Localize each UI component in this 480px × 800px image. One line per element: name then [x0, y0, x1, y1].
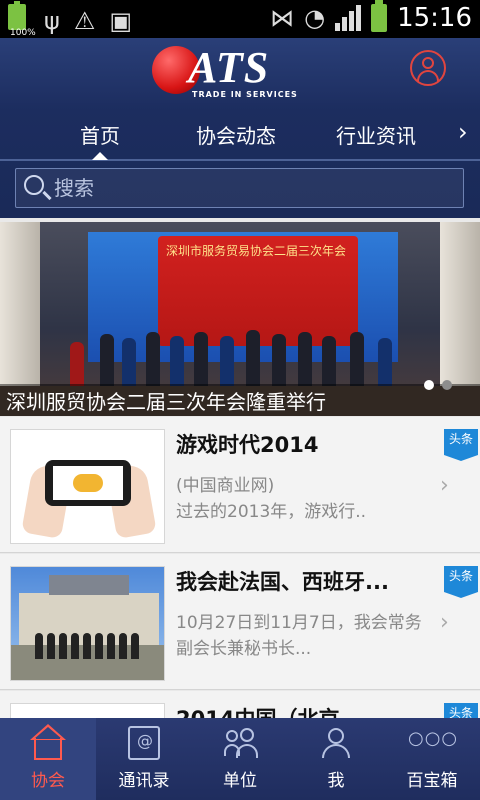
logo-text: ATS: [188, 43, 270, 92]
gamepad-icon: [73, 474, 103, 492]
sd-card-icon: ▣: [109, 7, 133, 35]
person-icon: [320, 726, 352, 760]
user-profile-button[interactable]: [410, 50, 446, 86]
news-thumbnail: [10, 566, 165, 681]
tab-industry-info[interactable]: 行业资讯: [336, 120, 416, 149]
battery-percent: 100%: [10, 28, 36, 38]
carousel-dot[interactable]: [424, 380, 434, 390]
nav-label: 单位: [223, 771, 257, 791]
nav-contacts[interactable]: 通讯录: [96, 718, 192, 800]
nav-label: 我: [327, 771, 345, 791]
more-dots-icon: ○○○: [408, 728, 459, 749]
ats-logo: ATS TRADE IN SERVICES: [152, 43, 312, 102]
wifi-icon: ◔: [304, 4, 326, 32]
banner-sign-text: 深圳市服务贸易协会二届三次年会: [166, 244, 347, 258]
tab-home[interactable]: 首页: [80, 120, 120, 149]
banner-carousel[interactable]: 深圳市服务贸易协会二届三次年会 深圳服贸协会二届三次年会隆重举行: [0, 222, 480, 416]
news-desc: (中国商业网) 过去的2013年，游戏行..: [176, 476, 367, 522]
usb-icon: ψ: [44, 7, 60, 35]
home-icon-body: [34, 738, 62, 760]
carousel-dots: [424, 380, 452, 390]
nav-label: 协会: [31, 771, 65, 791]
warning-icon: ⚠: [73, 7, 96, 35]
signal-icon: [335, 5, 362, 31]
search-input[interactable]: [54, 173, 454, 203]
news-desc: 10月27日到11月7日，我会常务副会长兼秘书长...: [176, 613, 422, 659]
search-bar[interactable]: [15, 168, 464, 208]
bottom-nav: 协会 通讯录 单位 我 ○○○ 百宝箱: [0, 718, 480, 800]
news-title: 我会赴法国、西班牙...: [176, 570, 389, 594]
news-item[interactable]: 我会赴法国、西班牙... 10月27日到11月7日，我会常务副会长兼秘书长...…: [0, 554, 480, 690]
headline-badge: 头条: [444, 429, 478, 461]
nav-units[interactable]: 单位: [192, 718, 288, 800]
search-icon: [24, 175, 44, 195]
banner-people: [60, 328, 400, 388]
banner-caption: 深圳服贸协会二届三次年会隆重举行: [6, 390, 326, 414]
nav-label: 百宝箱: [406, 771, 458, 791]
mute-icon: ⋈: [270, 4, 295, 32]
clock: 15:16: [397, 3, 472, 33]
battery-icon: [371, 0, 388, 32]
app-header: ATS TRADE IN SERVICES 首页 协会动态 行业资讯 ›: [0, 38, 480, 218]
tab-association-news[interactable]: 协会动态: [196, 120, 276, 149]
news-thumbnail: [10, 429, 165, 544]
nav-label: 通讯录: [118, 771, 170, 791]
tab-divider: [0, 159, 480, 161]
address-book-icon: [128, 726, 160, 760]
banner-caption-bar: 深圳服贸协会二届三次年会隆重举行: [0, 384, 480, 416]
carousel-dot[interactable]: [442, 380, 452, 390]
group-icon: [224, 726, 258, 760]
nav-me[interactable]: 我: [288, 718, 384, 800]
tab-indicator: [92, 152, 108, 160]
chevron-right-icon[interactable]: ›: [458, 118, 468, 146]
nav-association[interactable]: 协会: [0, 718, 96, 800]
headline-badge: 头条: [444, 566, 478, 598]
logo-subtitle: TRADE IN SERVICES: [192, 90, 298, 99]
news-item[interactable]: 游戏时代2014 (中国商业网) 过去的2013年，游戏行.. › 头条: [0, 417, 480, 553]
chevron-right-icon: ›: [440, 473, 449, 498]
status-bar: 100% ψ ⚠ ▣ ⋈ ◔ 15:16: [0, 0, 480, 38]
battery-small-icon: 100%: [8, 1, 36, 38]
nav-toolbox[interactable]: ○○○ 百宝箱: [384, 718, 480, 800]
user-icon: [422, 57, 434, 69]
news-title: 游戏时代2014: [176, 433, 319, 457]
category-tabs: 首页 协会动态 行业资讯 ›: [0, 116, 480, 160]
chevron-right-icon: ›: [440, 610, 449, 635]
